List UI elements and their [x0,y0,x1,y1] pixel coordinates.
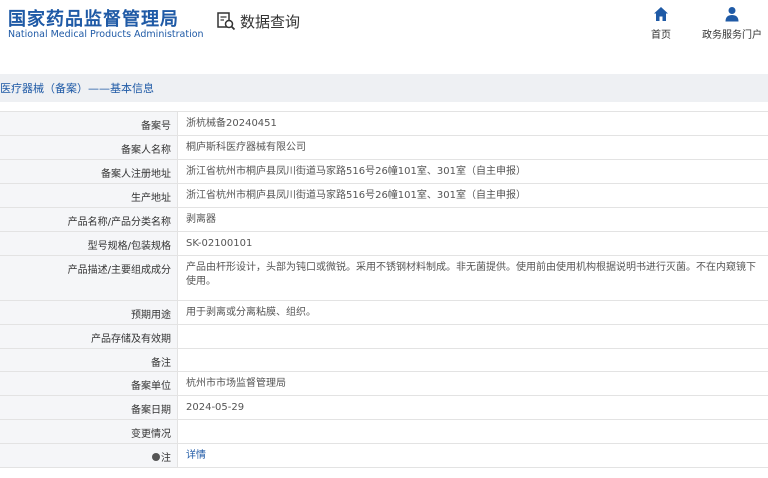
table-row: 备案人注册地址 浙江省杭州市桐庐县凤川街道马家路516号26幢101室、301室… [0,160,768,184]
nav-home[interactable]: 首页 [621,6,701,41]
document-search-icon [217,12,236,31]
section-header: 医疗器械（备案）——基本信息 [0,74,768,102]
row-label: 型号规格/包装规格 [0,232,178,255]
nav-home-label: 首页 [651,30,671,41]
row-label: 变更情况 [0,420,178,443]
row-value [178,325,768,348]
table-row: 备案日期 2024-05-29 [0,396,768,420]
row-label: 产品描述/主要组成成分 [0,256,178,300]
row-label: 备案日期 [0,396,178,419]
row-label: 生产地址 [0,184,178,207]
table-row: 注 详情 [0,443,768,468]
row-value: 产品由杆形设计，头部为钝口或微锐。采用不锈钢材料制成。非无菌提供。使用前由使用机… [186,262,756,287]
row-value: 浙江省杭州市桐庐县凤川街道马家路516号26幢101室、301室（自主申报） [186,166,526,177]
details-link[interactable]: 详情 [186,450,206,461]
detail-table: 备案号 浙杭械备20240451 备案人名称 桐庐斯科医疗器械有限公司 备案人注… [0,111,768,468]
user-icon [725,7,739,22]
row-value: 浙江省杭州市桐庐县凤川街道马家路516号26幢101室、301室（自主申报） [186,190,526,201]
nav-service-portal-label: 政务服务门户 [702,30,762,41]
table-row: 备案号 浙杭械备20240451 [0,112,768,136]
nav-service-portal[interactable]: 政务服务门户 [692,6,768,41]
table-row: 型号规格/包装规格 SK-02100101 [0,232,768,256]
home-icon [654,7,668,21]
table-row: 备案单位 杭州市市场监督管理局 [0,372,768,396]
row-value: 杭州市市场监督管理局 [186,378,286,389]
table-row: 产品描述/主要组成成分 产品由杆形设计，头部为钝口或微锐。采用不锈钢材料制成。非… [0,256,768,301]
site-logo-subtitle: National Medical Products Administration [8,29,204,40]
table-row: 生产地址 浙江省杭州市桐庐县凤川街道马家路516号26幢101室、301室（自主… [0,184,768,208]
row-label: 产品存储及有效期 [0,325,178,348]
note-label-text: 注 [161,452,171,464]
info-bullet-icon [152,452,160,461]
table-row: 变更情况 [0,420,768,444]
site-header: 国家药品监督管理局 National Medical Products Admi… [0,0,768,50]
row-value: 用于剥离或分离粘膜、组织。 [186,307,316,318]
row-value: 剥离器 [186,214,216,225]
row-value: 详情 [178,444,768,467]
row-label: 备案人名称 [0,136,178,159]
row-value: 2024-05-29 [186,402,245,413]
row-label: 产品名称/产品分类名称 [0,208,178,231]
data-query-label: 数据查询 [240,12,301,31]
row-label: 预期用途 [0,301,178,324]
row-value: 浙杭械备20240451 [186,118,277,129]
section-title: 医疗器械（备案）——基本信息 [0,82,154,95]
table-row: 预期用途 用于剥离或分离粘膜、组织。 [0,301,768,325]
row-value: SK-02100101 [186,238,253,249]
table-row: 备注 [0,348,768,372]
data-query-link[interactable]: 数据查询 [216,10,300,32]
row-value: 桐庐斯科医疗器械有限公司 [186,142,306,153]
table-row: 备案人名称 桐庐斯科医疗器械有限公司 [0,136,768,160]
row-label: 备案人注册地址 [0,160,178,183]
table-row: 产品名称/产品分类名称 剥离器 [0,208,768,232]
row-label-note: 注 [0,443,178,467]
row-label: 备注 [0,348,178,371]
row-label: 备案号 [0,112,178,135]
row-label: 备案单位 [0,372,178,395]
site-logo-title[interactable]: 国家药品监督管理局 [8,5,179,31]
row-value [178,420,768,443]
table-row: 产品存储及有效期 [0,325,768,349]
row-value [178,349,768,372]
